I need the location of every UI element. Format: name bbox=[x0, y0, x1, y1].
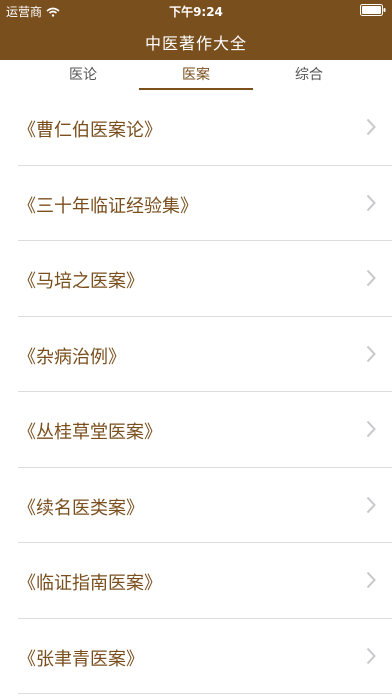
list-item[interactable]: 《续名医类案》 bbox=[0, 467, 392, 543]
book-list: 《曹仁伯医案论》 《三十年临证经验集》 《马培之医案》 《杂病治例》 《丛桂草堂… bbox=[0, 90, 392, 694]
chevron-right-icon bbox=[366, 118, 376, 136]
list-item[interactable]: 《曹仁伯医案论》 bbox=[0, 90, 392, 166]
tab-yilun[interactable]: 医论 bbox=[26, 64, 140, 88]
list-item-label: 《临证指南医案》 bbox=[18, 573, 162, 593]
list-item[interactable]: 《张聿青医案》 bbox=[0, 618, 392, 694]
list-item-label: 《续名医类案》 bbox=[18, 497, 144, 518]
chevron-right-icon bbox=[366, 345, 376, 362]
list-item[interactable]: 《杂病治例》 bbox=[0, 316, 392, 392]
battery-icon bbox=[360, 4, 386, 16]
status-bar: 运营商 下午9:24 bbox=[0, 0, 392, 20]
divider bbox=[18, 693, 392, 694]
list-item[interactable]: 《三十年临证经验集》 bbox=[0, 165, 392, 241]
chevron-right-icon bbox=[366, 269, 376, 287]
chevron-right-icon bbox=[366, 194, 376, 211]
status-time: 下午9:24 bbox=[169, 5, 223, 19]
list-item-label: 《丛桂草堂医案》 bbox=[18, 422, 162, 442]
chevron-right-icon bbox=[366, 496, 376, 513]
list-item[interactable]: 《马培之医案》 bbox=[0, 241, 392, 317]
tab-yian[interactable]: 医案 bbox=[139, 64, 253, 88]
list-item[interactable]: 《临证指南医案》 bbox=[0, 543, 392, 619]
tab-zonghe[interactable]: 综合 bbox=[252, 64, 366, 88]
page-title: 中医著作大全 bbox=[144, 34, 247, 53]
chevron-right-icon bbox=[366, 420, 376, 438]
list-item-label: 《曹仁伯医案论》 bbox=[18, 120, 162, 140]
list-item-label: 《马培之医案》 bbox=[18, 271, 144, 291]
chevron-right-icon bbox=[366, 571, 376, 589]
chevron-right-icon bbox=[366, 647, 376, 664]
list-item-label: 《张聿青医案》 bbox=[18, 648, 144, 669]
list-item-label: 《三十年临证经验集》 bbox=[18, 195, 198, 216]
navigation-bar: 中医著作大全 bbox=[0, 20, 392, 60]
list-item[interactable]: 《丛桂草堂医案》 bbox=[0, 392, 392, 468]
app-root: 运营商 下午9:24 中医著作大全 医论 医案 综合 《曹仁伯医案论》 《三十年… bbox=[0, 0, 392, 696]
tab-bar: 医论 医案 综合 bbox=[0, 60, 392, 90]
list-item-label: 《杂病治例》 bbox=[18, 346, 126, 367]
